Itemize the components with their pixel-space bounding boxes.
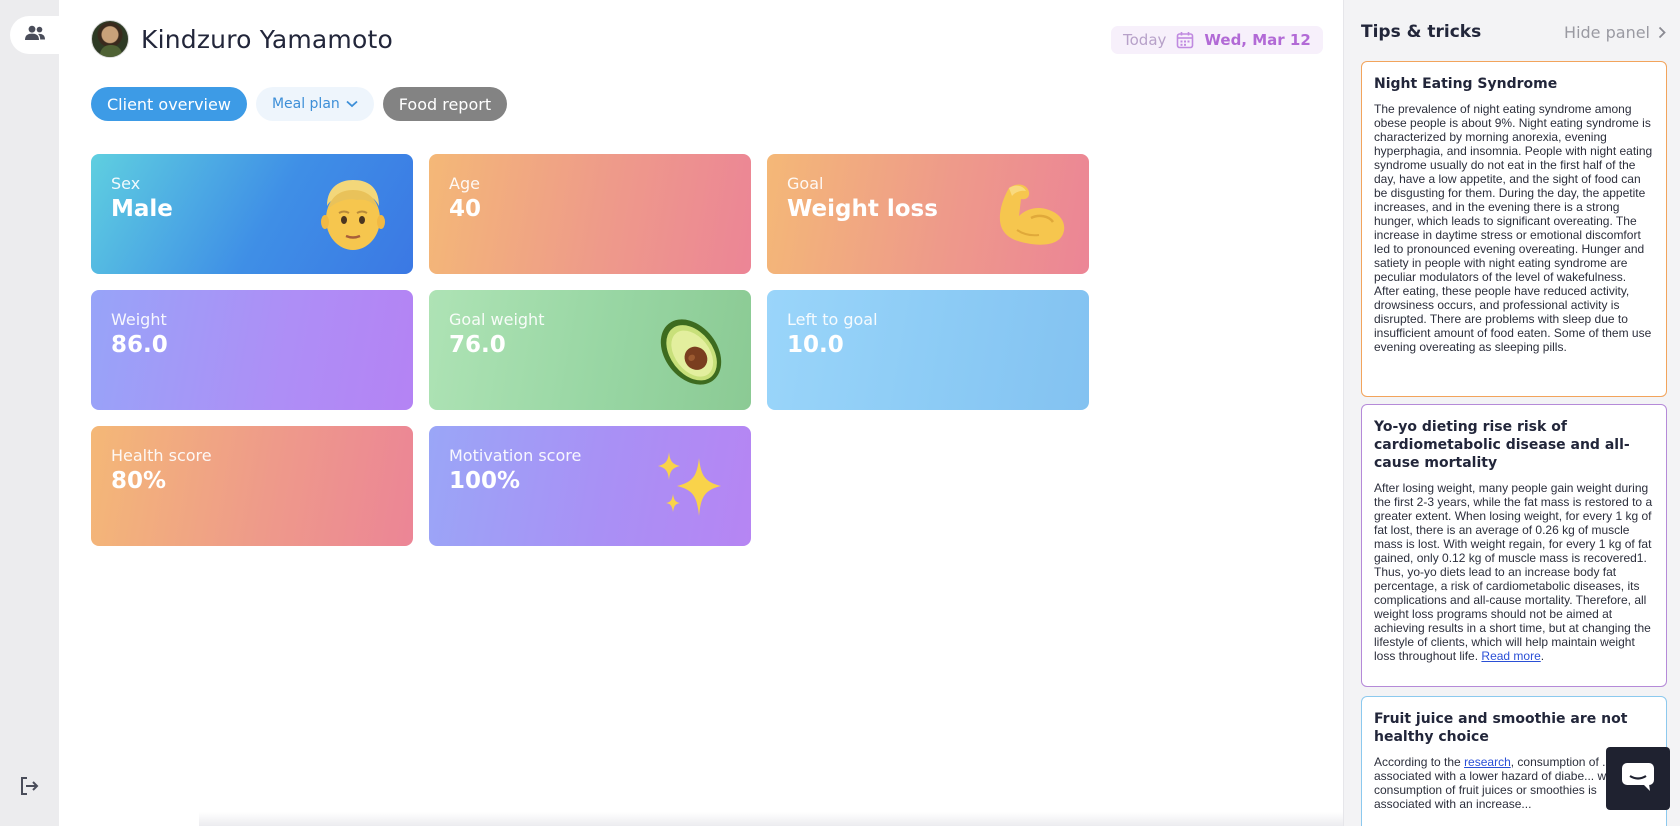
tip-title: Night Eating Syndrome bbox=[1374, 76, 1558, 92]
flexed-biceps-icon bbox=[999, 184, 1065, 245]
date-selector[interactable]: Today Wed, Mar 12 bbox=[1111, 26, 1323, 54]
avatar bbox=[91, 20, 129, 58]
hide-panel-label: Hide panel bbox=[1564, 22, 1650, 42]
stat-card-goal: Goal Weight loss bbox=[767, 154, 1089, 274]
tab-meal-plan[interactable]: Meal plan bbox=[255, 87, 374, 121]
stat-label: Health score bbox=[111, 446, 212, 465]
today-label: Today bbox=[1123, 31, 1167, 49]
chat-button[interactable] bbox=[1606, 747, 1670, 810]
bottom-shadow bbox=[199, 812, 1343, 826]
stat-card-motivation-score: Motivation score 100% bbox=[429, 426, 751, 546]
people-icon bbox=[24, 25, 46, 45]
stats-grid: Sex Male Age 40 Goal Weight loss Weight … bbox=[91, 154, 1091, 554]
sparkles-icon bbox=[658, 452, 721, 516]
stat-label: Weight bbox=[111, 310, 167, 329]
tab-client-overview[interactable]: Client overview bbox=[91, 87, 247, 121]
tip-card: Yo-yo dieting rise risk of cardiometabol… bbox=[1361, 404, 1667, 687]
client-name: Kindzuro Yamamoto bbox=[141, 24, 393, 54]
stat-label: Left to goal bbox=[787, 310, 878, 329]
clients-nav-button[interactable] bbox=[10, 16, 60, 54]
tab-meal-plan-label: Meal plan bbox=[271, 96, 340, 112]
stat-value: 10.0 bbox=[787, 332, 844, 358]
stat-label: Age bbox=[449, 174, 480, 193]
stat-value: 86.0 bbox=[111, 332, 168, 358]
tips-panel: Tips & tricks Hide panel Night Eating Sy… bbox=[1343, 0, 1680, 826]
tip-title: Yo-yo dieting rise risk of cardiometabol… bbox=[1374, 419, 1630, 471]
tip-body: After losing weight, many people gain we… bbox=[1374, 481, 1653, 663]
client-tabs: Client overview Meal plan Food report bbox=[91, 87, 508, 121]
stat-value: 40 bbox=[449, 196, 482, 222]
tip-body-prefix: According to the bbox=[1374, 755, 1461, 769]
tip-card: Night Eating Syndrome The prevalence of … bbox=[1361, 61, 1667, 397]
tips-panel-header: Tips & tricks Hide panel bbox=[1361, 22, 1666, 42]
stat-card-goal-weight: Goal weight 76.0 bbox=[429, 290, 751, 410]
selected-date: Wed, Mar 12 bbox=[1204, 31, 1311, 49]
stat-card-left-to-goal: Left to goal 10.0 bbox=[767, 290, 1089, 410]
logout-button[interactable] bbox=[16, 776, 42, 800]
stat-value: 80% bbox=[111, 468, 167, 494]
tab-food-report[interactable]: Food report bbox=[382, 87, 508, 121]
hide-panel-button[interactable]: Hide panel bbox=[1564, 23, 1666, 42]
left-rail bbox=[0, 0, 60, 826]
calendar-icon bbox=[1176, 31, 1194, 49]
panel-title: Tips & tricks bbox=[1361, 22, 1482, 42]
chevron-down-icon bbox=[346, 100, 358, 108]
stat-card-age: Age 40 bbox=[429, 154, 751, 274]
read-more-link[interactable]: Read more bbox=[1481, 649, 1540, 663]
logout-icon bbox=[18, 775, 40, 801]
main-content: Kindzuro Yamamoto Today Wed, Mar 12 Clie… bbox=[59, 0, 1343, 826]
stat-card-weight: Weight 86.0 bbox=[91, 290, 413, 410]
stat-card-sex: Sex Male bbox=[91, 154, 413, 274]
client-header: Kindzuro Yamamoto bbox=[91, 20, 393, 58]
tip-body: The prevalence of night eating syndrome … bbox=[1374, 102, 1653, 354]
man-face-icon bbox=[321, 180, 385, 250]
chat-icon bbox=[1621, 762, 1655, 796]
chevron-right-icon bbox=[1658, 26, 1666, 39]
stat-card-health-score: Health score 80% bbox=[91, 426, 413, 546]
research-link[interactable]: research bbox=[1464, 755, 1511, 769]
avocado-icon bbox=[660, 319, 722, 385]
tip-body-text: After losing weight, many people gain we… bbox=[1374, 481, 1653, 663]
tip-title: Fruit juice and smoothie are not healthy… bbox=[1374, 711, 1628, 745]
